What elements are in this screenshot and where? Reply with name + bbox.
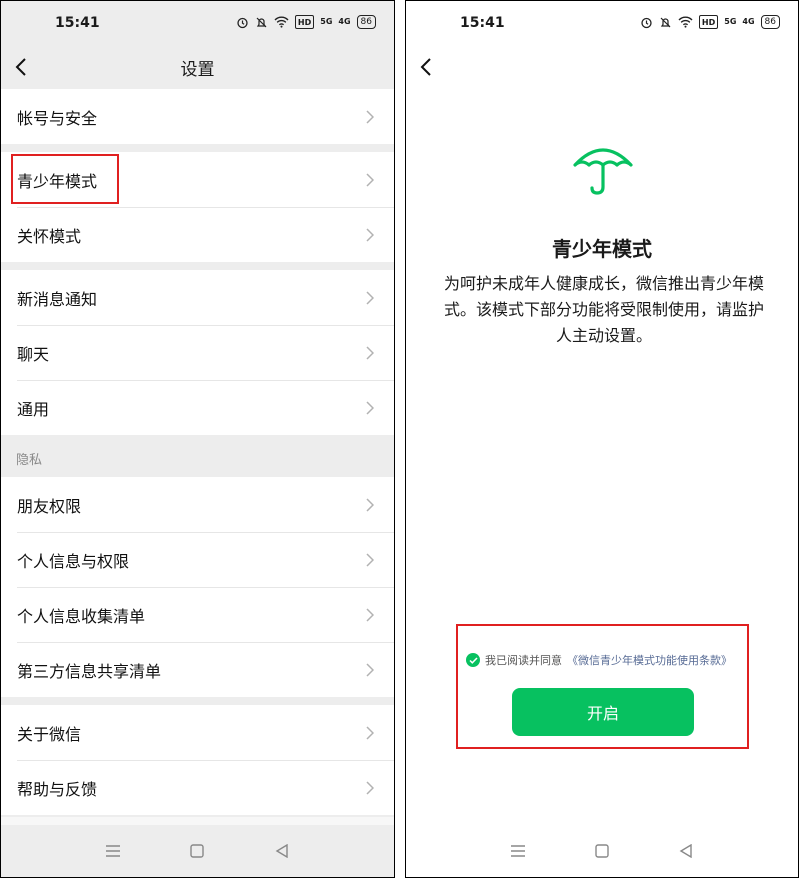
mute-bell-icon: [255, 15, 268, 29]
settings-item-label: 关于微信: [17, 724, 82, 744]
settings-item-label: 朋友权限: [17, 496, 82, 516]
back-system-button[interactable]: [674, 839, 698, 863]
chevron-right-icon: [366, 227, 378, 242]
check-icon: [468, 656, 478, 664]
settings-item-personal-info[interactable]: 个人信息与权限: [1, 532, 394, 587]
umbrella-icon: [573, 148, 633, 195]
settings-item-label: 新消息通知: [17, 289, 98, 309]
page-title: 设置: [180, 60, 215, 80]
settings-item-friend-permissions[interactable]: 朋友权限: [1, 477, 394, 532]
settings-group-account: 帐号与安全: [1, 89, 394, 144]
wifi-icon: [678, 15, 693, 29]
back-system-button[interactable]: [270, 839, 294, 863]
battery-indicator: 86: [356, 15, 376, 29]
settings-list: 帐号与安全 青少年模式 关怀模式 新消息通知 聊天 通用 隐私 朋友权限 个人信…: [1, 89, 394, 815]
agreement-checkbox[interactable]: [466, 653, 480, 667]
enable-button[interactable]: 开启: [512, 688, 694, 736]
chevron-right-icon: [366, 780, 378, 795]
hd-badge: HD: [294, 15, 315, 29]
chevron-right-icon: [366, 497, 378, 512]
menu-icon: [106, 845, 121, 857]
chevron-right-icon: [366, 725, 378, 740]
settings-item-account-security[interactable]: 帐号与安全: [1, 89, 394, 144]
home-square-icon: [595, 844, 609, 858]
settings-item-label: 帮助与反馈: [17, 779, 98, 799]
menu-button[interactable]: [506, 839, 530, 863]
alarm-icon: [640, 15, 653, 29]
settings-item-label: 个人信息与权限: [17, 551, 130, 571]
chevron-right-icon: [366, 109, 378, 124]
section-header-privacy: 隐私: [1, 435, 394, 477]
status-icons: HD 5G 4G 86: [236, 15, 376, 29]
chevron-right-icon: [366, 400, 378, 415]
chevron-right-icon: [366, 662, 378, 677]
terms-link[interactable]: 《微信青少年模式功能使用条款》: [567, 652, 732, 668]
signal-5g: 5G: [724, 17, 737, 26]
status-bar: 15:41 HD 5G 4G 86: [1, 1, 394, 47]
settings-item-label: 第三方信息共享清单: [17, 661, 162, 681]
wifi-icon: [274, 15, 289, 29]
settings-item-teen-mode[interactable]: 青少年模式: [1, 152, 394, 207]
settings-item-label: 帐号与安全: [17, 108, 98, 128]
settings-item-label: 通用: [17, 399, 50, 419]
settings-group-modes: 青少年模式 关怀模式: [1, 152, 394, 262]
settings-item-label: 聊天: [17, 344, 50, 364]
chevron-right-icon: [366, 172, 378, 187]
settings-item-chat[interactable]: 聊天: [1, 325, 394, 380]
settings-item-notifications[interactable]: 新消息通知: [1, 270, 394, 325]
home-square-icon: [190, 844, 205, 858]
settings-group-about: 关于微信 帮助与反馈: [1, 705, 394, 815]
settings-item-care-mode[interactable]: 关怀模式: [1, 207, 394, 262]
status-icons: HD 5G 4G 86: [640, 15, 780, 29]
agreement-row: 我已阅读并同意 《微信青少年模式功能使用条款》: [466, 652, 732, 668]
teen-mode-title: 青少年模式: [552, 237, 652, 261]
signal-4g: 4G: [742, 17, 755, 26]
nav-bar: [406, 47, 798, 87]
system-nav-bar: [406, 825, 798, 877]
alarm-icon: [236, 15, 249, 29]
mute-bell-icon: [659, 15, 672, 29]
nav-bar: 设置: [1, 47, 394, 87]
status-time: 15:41: [460, 15, 505, 31]
chevron-right-icon: [366, 345, 378, 360]
status-time: 15:41: [55, 15, 100, 31]
settings-item-help-feedback[interactable]: 帮助与反馈: [1, 760, 394, 815]
menu-icon: [511, 845, 525, 857]
agreement-text: 我已阅读并同意: [485, 654, 562, 667]
home-button[interactable]: [590, 839, 614, 863]
menu-button[interactable]: [101, 839, 125, 863]
back-arrow-icon: [420, 58, 431, 76]
settings-item-label: 关怀模式: [17, 226, 82, 246]
settings-item-label: 青少年模式: [17, 171, 98, 191]
chevron-right-icon: [366, 607, 378, 622]
settings-item-general[interactable]: 通用: [1, 380, 394, 435]
back-triangle-icon: [275, 844, 288, 858]
settings-item-third-party-sharing[interactable]: 第三方信息共享清单: [1, 642, 394, 697]
system-nav-bar: [1, 817, 394, 877]
back-button[interactable]: [412, 53, 440, 81]
home-button[interactable]: [185, 839, 209, 863]
status-bar: 15:41 HD 5G 4G 86: [406, 1, 798, 47]
chevron-right-icon: [366, 290, 378, 305]
settings-item-info-collection[interactable]: 个人信息收集清单: [1, 587, 394, 642]
settings-screen: 15:41 HD 5G 4G 86 设置 帐号与安全 青少年模式 关怀模式 新消…: [0, 0, 395, 878]
signal-5g: 5G: [320, 17, 333, 26]
hd-badge: HD: [698, 15, 719, 29]
battery-indicator: 86: [760, 15, 780, 29]
settings-group-privacy: 朋友权限 个人信息与权限 个人信息收集清单 第三方信息共享清单: [1, 477, 394, 697]
teen-mode-screen: 15:41 HD 5G 4G 86 青少年模式 为呵护未成年人健康成长，微信推出…: [405, 0, 799, 878]
back-triangle-icon: [679, 844, 692, 858]
settings-group-general: 新消息通知 聊天 通用: [1, 270, 394, 435]
teen-mode-description: 为呵护未成年人健康成长，微信推出青少年模式。该模式下部分功能将受限制使用，请监护…: [443, 274, 764, 345]
settings-item-about-wechat[interactable]: 关于微信: [1, 705, 394, 760]
chevron-right-icon: [366, 552, 378, 567]
settings-item-label: 个人信息收集清单: [17, 606, 146, 626]
signal-4g: 4G: [338, 17, 351, 26]
